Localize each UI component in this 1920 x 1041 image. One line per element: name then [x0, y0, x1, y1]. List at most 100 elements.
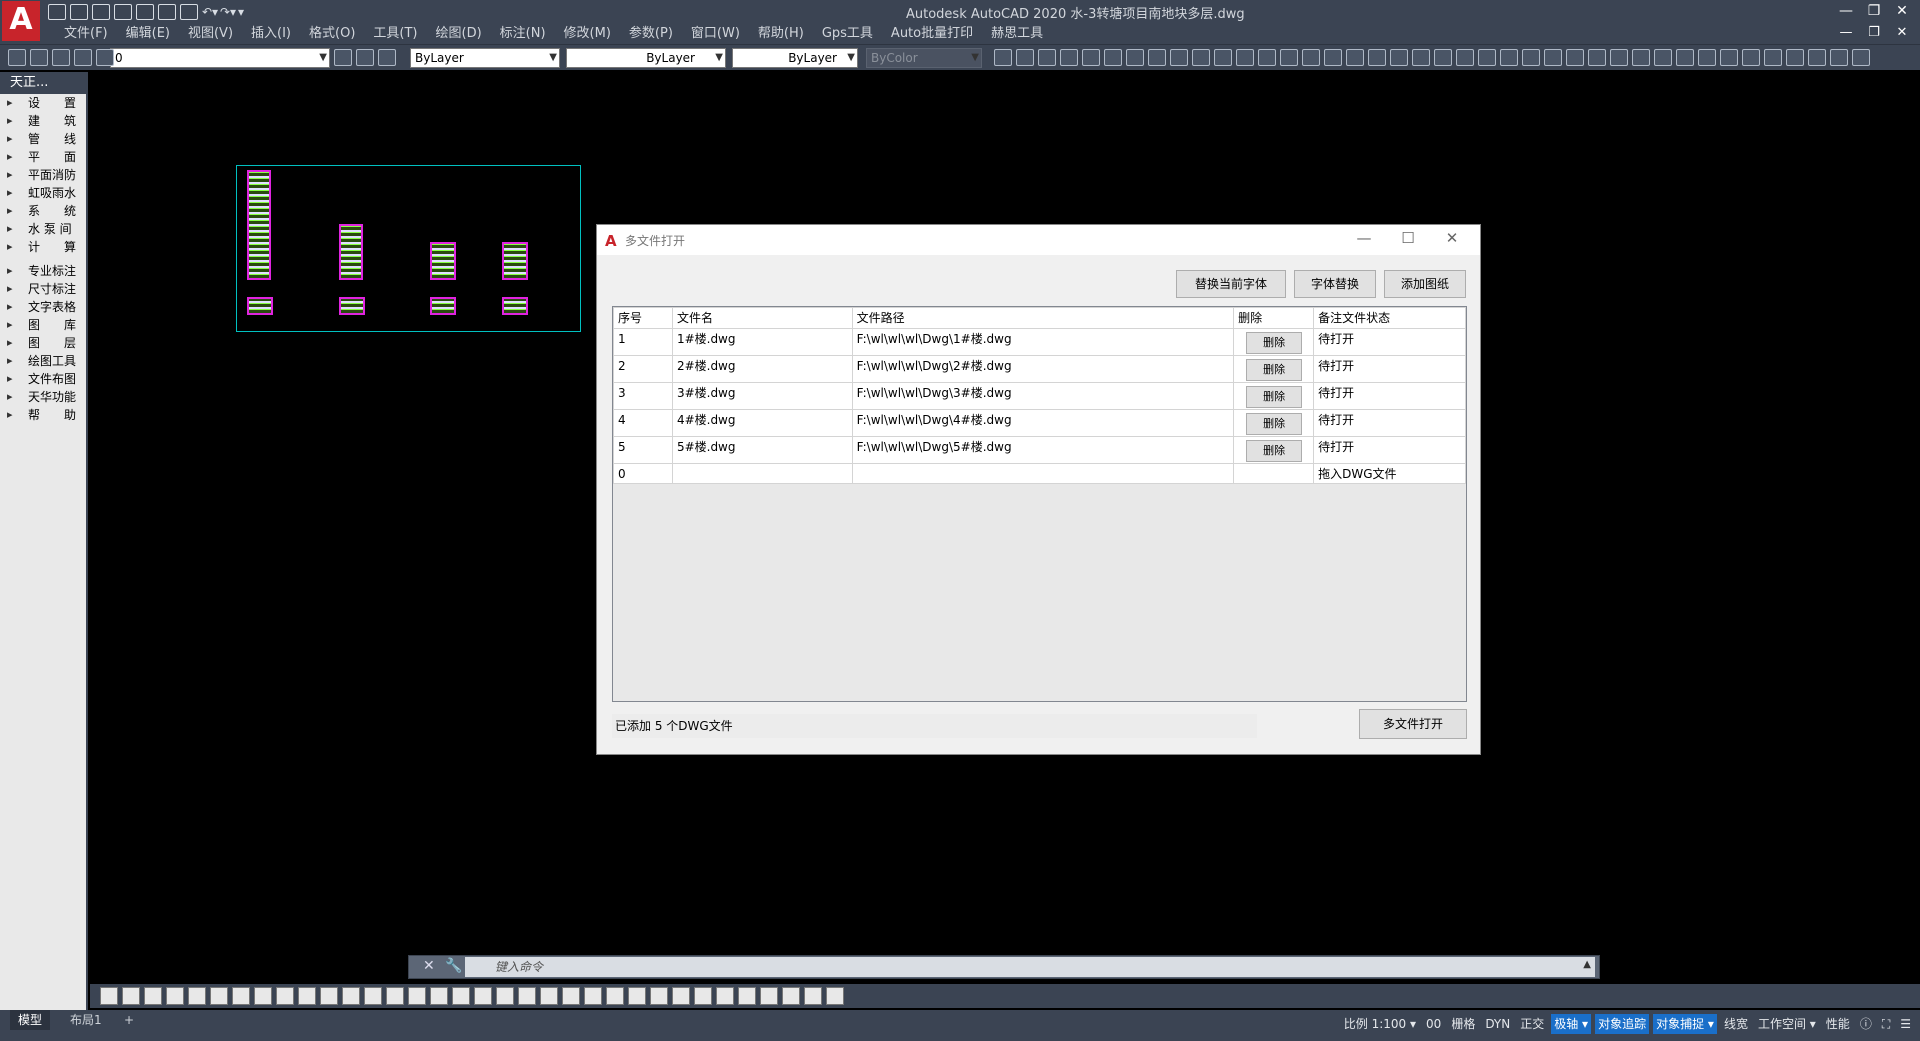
- cell-no[interactable]: 0: [613, 463, 673, 484]
- menu-edit[interactable]: 编辑(E): [117, 25, 179, 43]
- tool-icon-31[interactable]: [1654, 49, 1672, 66]
- palette-item-settings[interactable]: 设 置: [0, 94, 86, 112]
- cell-name[interactable]: 4#楼.dwg: [671, 409, 853, 437]
- cell-status[interactable]: 待打开: [1313, 328, 1466, 356]
- tool-icon[interactable]: [694, 987, 712, 1005]
- tool-icon[interactable]: [496, 987, 514, 1005]
- add-drawings-button[interactable]: 添加图纸: [1384, 270, 1466, 298]
- layer-match-icon[interactable]: [378, 49, 396, 66]
- drawing-frame[interactable]: [236, 165, 581, 332]
- tool-icon-33[interactable]: [1698, 49, 1716, 66]
- tool-icon-25[interactable]: [1522, 49, 1540, 66]
- tool-icon[interactable]: [474, 987, 492, 1005]
- tool-icon[interactable]: [210, 987, 228, 1005]
- save-as-icon[interactable]: [114, 4, 132, 20]
- restore-button[interactable]: ❐: [1860, 0, 1888, 22]
- cell-status[interactable]: 待打开: [1313, 436, 1466, 464]
- column-header-status[interactable]: 备注文件状态: [1313, 307, 1466, 329]
- tool-icon-3[interactable]: [1038, 49, 1056, 66]
- menu-gps-tools[interactable]: Gps工具: [813, 25, 882, 43]
- table-row[interactable]: 2 2#楼.dwg F:\wl\wl\wl\Dwg\2#楼.dwg 删除 待打开: [613, 355, 1466, 383]
- tool-icon[interactable]: [606, 987, 624, 1005]
- cell-status[interactable]: 待打开: [1313, 355, 1466, 383]
- doc-minimize-button[interactable]: —: [1832, 24, 1860, 42]
- palette-item-file-layout[interactable]: 文件布图: [0, 370, 86, 388]
- add-layout-button[interactable]: +: [116, 1010, 142, 1030]
- tool-icon-26[interactable]: [1544, 49, 1562, 66]
- cell-status[interactable]: 待打开: [1313, 382, 1466, 410]
- menu-hesi-tools[interactable]: 赫思工具: [982, 25, 1052, 43]
- linetype-select[interactable]: ByLayer ▼: [566, 48, 726, 68]
- cell-name[interactable]: [671, 463, 853, 484]
- tool-icon[interactable]: [628, 987, 646, 1005]
- lock-icon[interactable]: [96, 49, 114, 66]
- table-row[interactable]: 5 5#楼.dwg F:\wl\wl\wl\Dwg\5#楼.dwg 删除 待打开: [613, 436, 1466, 464]
- palette-item-fire-plan[interactable]: 平面消防: [0, 166, 86, 184]
- tool-icon-13[interactable]: [1258, 49, 1276, 66]
- tool-icon-10[interactable]: [1192, 49, 1210, 66]
- layer-select[interactable]: 0 ▼: [110, 48, 330, 68]
- palette-item-library[interactable]: 图 库: [0, 316, 86, 334]
- tool-icon[interactable]: [804, 987, 822, 1005]
- sun-icon[interactable]: [52, 49, 70, 66]
- delete-row-button[interactable]: 删除: [1246, 332, 1303, 354]
- tab-model[interactable]: 模型: [10, 1010, 51, 1030]
- minimize-button[interactable]: —: [1832, 0, 1860, 22]
- object-tracking-toggle[interactable]: 对象追踪: [1595, 1014, 1650, 1034]
- palette-item-help[interactable]: 帮 助: [0, 406, 86, 424]
- layer-state-icon[interactable]: [74, 49, 92, 66]
- table-row[interactable]: 4 4#楼.dwg F:\wl\wl\wl\Dwg\4#楼.dwg 删除 待打开: [613, 409, 1466, 437]
- tool-icon-7[interactable]: [1126, 49, 1144, 66]
- table-row[interactable]: 3 3#楼.dwg F:\wl\wl\wl\Dwg\3#楼.dwg 删除 待打开: [613, 382, 1466, 410]
- layer-previous-icon[interactable]: [356, 49, 374, 66]
- tool-icon-38[interactable]: [1808, 49, 1826, 66]
- tool-icon[interactable]: [386, 987, 404, 1005]
- customize-qat-icon[interactable]: ▾: [238, 5, 252, 19]
- column-header-delete[interactable]: 删除: [1233, 307, 1315, 329]
- cell-no[interactable]: 1: [613, 328, 673, 356]
- tool-icon-39[interactable]: [1830, 49, 1848, 66]
- cell-path[interactable]: F:\wl\wl\wl\Dwg\2#楼.dwg: [851, 355, 1235, 383]
- status-00[interactable]: 00: [1423, 1014, 1444, 1034]
- tool-icon[interactable]: [562, 987, 580, 1005]
- menu-window[interactable]: 窗口(W): [682, 25, 749, 43]
- grid-toggle[interactable]: 栅格: [1448, 1014, 1478, 1034]
- layer-manager-icon[interactable]: [8, 49, 26, 66]
- palette-title[interactable]: 天正...: [0, 72, 86, 94]
- palette-item-tianhua[interactable]: 天华功能: [0, 388, 86, 406]
- delete-row-button[interactable]: 删除: [1246, 440, 1303, 462]
- tool-icon-16[interactable]: [1324, 49, 1342, 66]
- cell-name[interactable]: 1#楼.dwg: [671, 328, 853, 356]
- column-header-no[interactable]: 序号: [613, 307, 673, 329]
- scale-select[interactable]: 比例 1:100 ▾: [1341, 1014, 1419, 1034]
- tool-icon[interactable]: [584, 987, 602, 1005]
- cell-path[interactable]: [851, 463, 1235, 484]
- tool-icon-18[interactable]: [1368, 49, 1386, 66]
- tool-icon[interactable]: [518, 987, 536, 1005]
- tab-layout1[interactable]: 布局1: [62, 1010, 110, 1030]
- save-icon[interactable]: [92, 4, 110, 20]
- tool-icon[interactable]: [672, 987, 690, 1005]
- command-input[interactable]: 键入命令: [465, 957, 1595, 977]
- tool-icon-22[interactable]: [1456, 49, 1474, 66]
- dialog-maximize-button[interactable]: ☐: [1386, 229, 1430, 247]
- open-multiple-button[interactable]: 多文件打开: [1359, 709, 1467, 739]
- cell-name[interactable]: 5#楼.dwg: [671, 436, 853, 464]
- tool-icon-27[interactable]: [1566, 49, 1584, 66]
- dialog-minimize-button[interactable]: —: [1342, 229, 1386, 247]
- delete-row-button[interactable]: 删除: [1246, 413, 1303, 435]
- tool-icon[interactable]: [452, 987, 470, 1005]
- palette-item-pump-room[interactable]: 水 泵 间: [0, 220, 86, 238]
- tool-icon[interactable]: [342, 987, 360, 1005]
- tool-icon[interactable]: [188, 987, 206, 1005]
- tool-icon[interactable]: [298, 987, 316, 1005]
- tool-icon[interactable]: [540, 987, 558, 1005]
- menu-file[interactable]: 文件(F): [55, 25, 117, 43]
- tool-icon[interactable]: [826, 987, 844, 1005]
- column-header-path[interactable]: 文件路径: [851, 307, 1235, 329]
- tool-icon-32[interactable]: [1676, 49, 1694, 66]
- tool-icon-15[interactable]: [1302, 49, 1320, 66]
- tool-icon-24[interactable]: [1500, 49, 1518, 66]
- tool-icon-35[interactable]: [1742, 49, 1760, 66]
- tool-icon-8[interactable]: [1148, 49, 1166, 66]
